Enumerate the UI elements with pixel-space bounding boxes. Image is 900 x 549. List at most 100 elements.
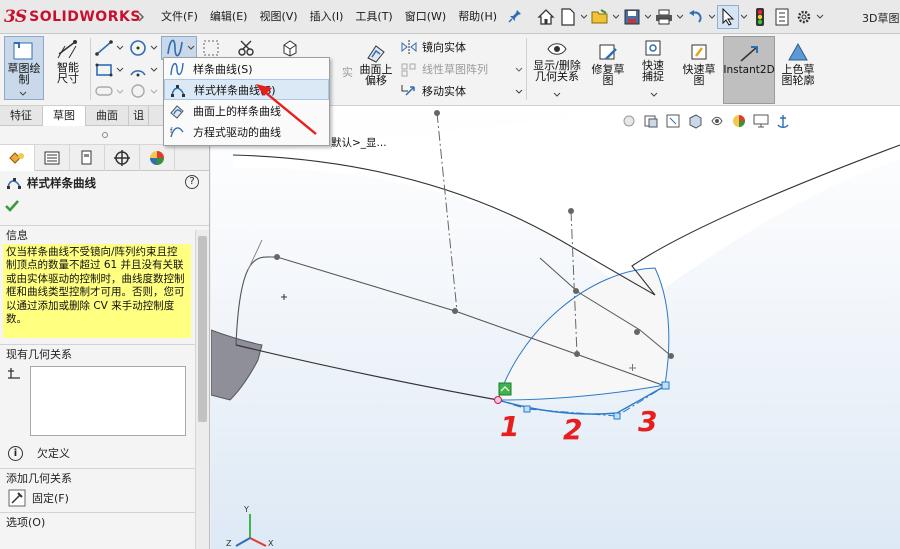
menu-insert[interactable]: 插入(I): [304, 8, 350, 26]
shaded-sketch-contours-button[interactable]: 上色草图轮廓: [778, 42, 818, 98]
expand-arrow-icon[interactable]: [136, 11, 146, 23]
fix-relation-label: 固定(F): [32, 492, 69, 505]
slot-icon[interactable]: [94, 83, 114, 99]
chevron-down-icon[interactable]: [675, 5, 685, 29]
fix-relation-button[interactable]: 固定(F): [0, 486, 209, 510]
chevron-down-icon[interactable]: [116, 45, 124, 51]
arc-icon[interactable]: [128, 61, 148, 79]
quick-snaps-button[interactable]: 快速捕捉: [633, 38, 673, 98]
display-style-icon[interactable]: [706, 111, 728, 131]
rectangle-icon[interactable]: [94, 61, 114, 79]
logo-mark: 3S: [4, 7, 27, 27]
chevron-down-icon: [187, 45, 195, 50]
options-group-header[interactable]: 选项(O) ▲: [0, 512, 209, 530]
repair-sketch-button[interactable]: 修复草图: [588, 42, 628, 98]
file-properties-icon[interactable]: [771, 5, 793, 29]
chevron-down-icon[interactable]: [643, 5, 653, 29]
menu-view[interactable]: 视图(V): [253, 8, 303, 26]
undo-icon[interactable]: [685, 5, 707, 29]
chevron-down-icon[interactable]: [116, 67, 124, 73]
existing-relations-list[interactable]: [30, 366, 186, 436]
offset-on-surface-button[interactable]: 曲面上偏移: [356, 42, 396, 98]
tab-surfaces[interactable]: 曲面: [86, 106, 129, 126]
appearance-icon[interactable]: [728, 111, 750, 131]
menu-file[interactable]: 文件(F): [155, 8, 204, 26]
chevron-down-icon[interactable]: [650, 92, 658, 98]
chevron-down-icon[interactable]: [150, 89, 158, 95]
rapid-sketch-button[interactable]: 快速草图: [679, 42, 719, 98]
chevron-down-icon[interactable]: [515, 89, 523, 95]
dimxpert-tab-icon[interactable]: [105, 144, 140, 171]
existing-relations-row: [0, 362, 209, 436]
chevron-down-icon[interactable]: [739, 5, 749, 29]
anchor-icon[interactable]: [772, 111, 794, 131]
section-view-icon[interactable]: [684, 111, 706, 131]
monitor-icon[interactable]: [750, 111, 772, 131]
graphics-area[interactable]: Y X Z: [211, 106, 900, 549]
linear-pattern-label: 线性草图阵列: [422, 63, 488, 76]
menu-help[interactable]: 帮助(H): [452, 8, 503, 26]
convert-entities-icon[interactable]: [280, 39, 300, 57]
instant2d-button[interactable]: Instant2D: [723, 36, 775, 104]
info-group-header[interactable]: 信息 ▲: [0, 225, 209, 243]
smart-dimension-button[interactable]: 智能尺寸: [48, 38, 88, 98]
model-canvas[interactable]: Y X Z: [211, 106, 900, 549]
circle-icon[interactable]: [128, 39, 148, 57]
gear-icon[interactable]: [793, 5, 815, 29]
tab-partial[interactable]: 诅: [129, 106, 149, 126]
display-delete-relations-button[interactable]: 显示/删除几何关系: [530, 38, 584, 98]
zoom-to-fit-icon[interactable]: [640, 111, 662, 131]
display-delete-relations-label: 显示/删除几何关系: [533, 59, 581, 83]
add-relations-title: 添加几何关系: [6, 471, 72, 485]
menu-tools[interactable]: 工具(T): [349, 8, 398, 26]
feature-manager-tab-icon[interactable]: [0, 144, 35, 171]
chevron-down-icon[interactable]: [515, 67, 523, 73]
tab-features[interactable]: 特征: [0, 106, 43, 126]
existing-relations-group-header[interactable]: 现有几何关系 ▲: [0, 344, 209, 362]
help-icon[interactable]: ?: [185, 175, 199, 189]
rebuild-traffic-light-icon[interactable]: [749, 5, 771, 29]
trim-entities-icon[interactable]: [236, 39, 256, 57]
menu-window[interactable]: 窗口(W): [399, 8, 452, 26]
view-orientation-icon[interactable]: [618, 111, 640, 131]
tab-sketch[interactable]: 草图: [43, 106, 86, 126]
linear-pattern-button[interactable]: 线性草图阵列: [400, 61, 488, 77]
add-relations-group-header[interactable]: 添加几何关系 ▲: [0, 468, 209, 486]
home-icon[interactable]: [535, 5, 557, 29]
move-entities-button[interactable]: 移动实体: [400, 83, 466, 99]
convert-entities-label-partial: 实: [342, 66, 353, 79]
configuration-breadcrumb[interactable]: 默认>_显...: [331, 135, 387, 150]
line-icon[interactable]: [94, 39, 114, 57]
scrollbar-thumb[interactable]: [198, 236, 207, 422]
solidworks-logo[interactable]: 3S SOLIDWORKS: [4, 4, 141, 30]
chevron-down-icon[interactable]: [815, 5, 825, 29]
mirror-entities-label: 镜向实体: [422, 41, 466, 54]
zoom-area-icon[interactable]: [662, 111, 684, 131]
chevron-down-icon[interactable]: [707, 5, 717, 29]
info-message: 仅当样条曲线不受镜向/阵列约束且控制顶点的数量不超过 61 并且没有关联或由实体…: [3, 244, 191, 338]
pin-icon[interactable]: [507, 8, 523, 24]
property-manager-tab-icon[interactable]: [35, 144, 70, 171]
save-icon[interactable]: [621, 5, 643, 29]
new-document-icon[interactable]: [557, 5, 579, 29]
ok-button[interactable]: [0, 195, 209, 217]
property-manager-header: 样式样条曲线 ?: [0, 171, 209, 195]
chevron-down-icon[interactable]: [150, 67, 158, 73]
open-folder-icon[interactable]: [589, 5, 611, 29]
print-icon[interactable]: [653, 5, 675, 29]
smart-dimension-icon: [57, 40, 77, 59]
mirror-entities-button[interactable]: 镜向实体: [400, 39, 466, 55]
polygon-icon[interactable]: [128, 83, 148, 99]
chevron-down-icon[interactable]: [579, 5, 589, 29]
chevron-down-icon[interactable]: [553, 92, 561, 98]
select-cursor-icon[interactable]: [717, 5, 739, 29]
panel-scrollbar[interactable]: [195, 230, 209, 549]
chevron-down-icon[interactable]: [611, 5, 621, 29]
display-manager-tab-icon[interactable]: [140, 144, 175, 171]
configuration-manager-tab-icon[interactable]: [70, 144, 105, 171]
construction-geometry-icon[interactable]: [202, 39, 220, 57]
chevron-down-icon[interactable]: [150, 45, 158, 51]
chevron-down-icon[interactable]: [19, 91, 27, 97]
menu-edit[interactable]: 编辑(E): [204, 8, 254, 26]
chevron-down-icon[interactable]: [116, 89, 124, 95]
